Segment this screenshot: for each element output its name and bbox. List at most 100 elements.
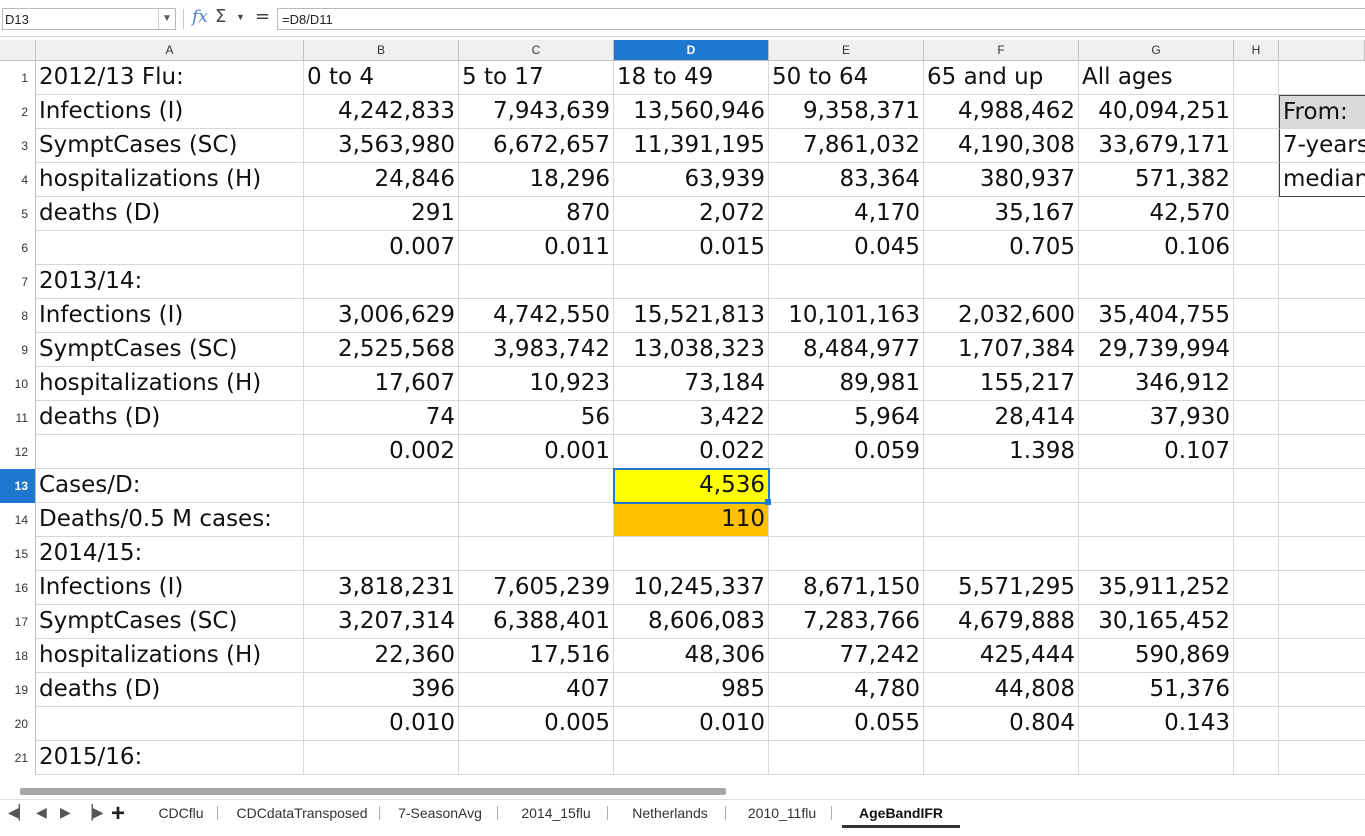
cell-i16[interactable]	[1279, 571, 1365, 605]
row-header-8[interactable]: 8	[0, 299, 36, 333]
cell-h6[interactable]	[1234, 231, 1279, 265]
cell-a5[interactable]: deaths (D)	[36, 197, 304, 231]
cell-d17[interactable]: 8,606,083	[614, 605, 769, 639]
cell-e18[interactable]: 77,242	[769, 639, 924, 673]
cell-d7[interactable]	[614, 265, 769, 299]
cell-e10[interactable]: 89,981	[769, 367, 924, 401]
cell-g6[interactable]: 0.106	[1079, 231, 1234, 265]
cell-b19[interactable]: 396	[304, 673, 459, 707]
sheet-tab[interactable]: CDCdataTransposed	[228, 800, 376, 826]
cell-h14[interactable]	[1234, 503, 1279, 537]
cell-e19[interactable]: 4,780	[769, 673, 924, 707]
cell-i5[interactable]	[1279, 197, 1365, 231]
sheet-tab[interactable]: AgeBandIFR	[842, 800, 960, 828]
cell-c9[interactable]: 3,983,742	[459, 333, 614, 367]
row-header-21[interactable]: 21	[0, 741, 36, 775]
row-header-10[interactable]: 10	[0, 367, 36, 401]
cell-i18[interactable]	[1279, 639, 1365, 673]
cell-h5[interactable]	[1234, 197, 1279, 231]
cell-e16[interactable]: 8,671,150	[769, 571, 924, 605]
cell-h21[interactable]	[1234, 741, 1279, 775]
column-header-a[interactable]: A	[36, 40, 304, 61]
cell-d1[interactable]: 18 to 49	[614, 61, 769, 95]
select-all-corner[interactable]	[0, 40, 36, 61]
cell-f12[interactable]: 1.398	[924, 435, 1079, 469]
cell-f17[interactable]: 4,679,888	[924, 605, 1079, 639]
cell-f10[interactable]: 155,217	[924, 367, 1079, 401]
column-header-f[interactable]: F	[924, 40, 1079, 61]
next-sheet-icon[interactable]: ▶	[60, 804, 71, 821]
cell-a15[interactable]: 2014/15:	[36, 537, 304, 571]
row-header-13[interactable]: 13	[0, 469, 36, 503]
cell-c18[interactable]: 17,516	[459, 639, 614, 673]
cell-d20[interactable]: 0.010	[614, 707, 769, 741]
row-header-4[interactable]: 4	[0, 163, 36, 197]
cell-g9[interactable]: 29,739,994	[1079, 333, 1234, 367]
cell-d11[interactable]: 3,422	[614, 401, 769, 435]
cell-c14[interactable]	[459, 503, 614, 537]
cell-c17[interactable]: 6,388,401	[459, 605, 614, 639]
cell-f1[interactable]: 65 and up	[924, 61, 1079, 95]
cell-a2[interactable]: Infections (I)	[36, 95, 304, 129]
cell-i7[interactable]	[1279, 265, 1365, 299]
cell-d15[interactable]	[614, 537, 769, 571]
cell-d8[interactable]: 15,521,813	[614, 299, 769, 333]
cell-g19[interactable]: 51,376	[1079, 673, 1234, 707]
cell-a14[interactable]: Deaths/0.5 M cases:	[36, 503, 304, 537]
cell-b4[interactable]: 24,846	[304, 163, 459, 197]
column-header-d[interactable]: D	[614, 40, 769, 61]
cell-e7[interactable]	[769, 265, 924, 299]
row-header-7[interactable]: 7	[0, 265, 36, 299]
row-header-20[interactable]: 20	[0, 707, 36, 741]
cell-c13[interactable]	[459, 469, 614, 503]
cell-g1[interactable]: All ages	[1079, 61, 1234, 95]
column-header-g[interactable]: G	[1079, 40, 1234, 61]
cell-h16[interactable]	[1234, 571, 1279, 605]
cell-f18[interactable]: 425,444	[924, 639, 1079, 673]
cell-g14[interactable]	[1079, 503, 1234, 537]
cell-c6[interactable]: 0.011	[459, 231, 614, 265]
row-header-12[interactable]: 12	[0, 435, 36, 469]
cell-b13[interactable]	[304, 469, 459, 503]
cell-a1[interactable]: 2012/13 Flu:	[36, 61, 304, 95]
cell-b20[interactable]: 0.010	[304, 707, 459, 741]
cell-h13[interactable]	[1234, 469, 1279, 503]
cell-h8[interactable]	[1234, 299, 1279, 333]
cell-d14[interactable]: 110	[614, 503, 769, 537]
function-wizard-icon[interactable]: 𝑓x	[192, 7, 208, 27]
cell-h9[interactable]	[1234, 333, 1279, 367]
add-sheet-icon[interactable]: +	[111, 800, 125, 828]
cell-b9[interactable]: 2,525,568	[304, 333, 459, 367]
cell-f2[interactable]: 4,988,462	[924, 95, 1079, 129]
cell-c7[interactable]	[459, 265, 614, 299]
cell-b17[interactable]: 3,207,314	[304, 605, 459, 639]
cell-h17[interactable]	[1234, 605, 1279, 639]
formula-input[interactable]: =D8/D11	[277, 8, 1365, 30]
cell-c20[interactable]: 0.005	[459, 707, 614, 741]
cell-f5[interactable]: 35,167	[924, 197, 1079, 231]
cell-g17[interactable]: 30,165,452	[1079, 605, 1234, 639]
cell-d6[interactable]: 0.015	[614, 231, 769, 265]
row-header-16[interactable]: 16	[0, 571, 36, 605]
spreadsheet-grid[interactable]: ABCDEFGH 1 2012/13 Flu: 0 to 45 to 17 18 to…	[0, 40, 1365, 785]
cell-a8[interactable]: Infections (I)	[36, 299, 304, 333]
cell-a21[interactable]: 2015/16:	[36, 741, 304, 775]
name-box[interactable]: D13 ▼	[2, 8, 176, 30]
cell-f4[interactable]: 380,937	[924, 163, 1079, 197]
cell-i19[interactable]	[1279, 673, 1365, 707]
row-header-2[interactable]: 2	[0, 95, 36, 129]
cell-b8[interactable]: 3,006,629	[304, 299, 459, 333]
first-sheet-icon[interactable]: ◀▏	[8, 804, 30, 821]
cell-c10[interactable]: 10,923	[459, 367, 614, 401]
last-sheet-icon[interactable]: ▕▶	[82, 804, 104, 821]
cell-g8[interactable]: 35,404,755	[1079, 299, 1234, 333]
cell-f15[interactable]	[924, 537, 1079, 571]
cell-f19[interactable]: 44,808	[924, 673, 1079, 707]
column-header-b[interactable]: B	[304, 40, 459, 61]
cell-a18[interactable]: hospitalizations (H)	[36, 639, 304, 673]
cell-b7[interactable]	[304, 265, 459, 299]
cell-h11[interactable]	[1234, 401, 1279, 435]
fill-handle[interactable]	[765, 499, 771, 505]
cell-h15[interactable]	[1234, 537, 1279, 571]
cell-g18[interactable]: 590,869	[1079, 639, 1234, 673]
